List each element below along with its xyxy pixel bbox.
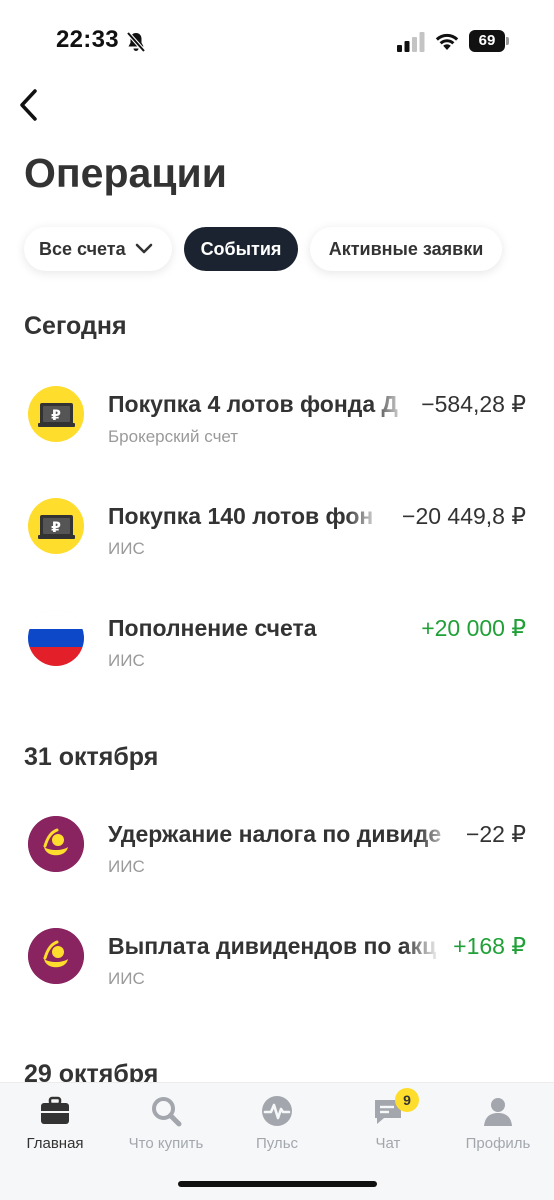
active-orders-filter-chip[interactable]: Активные заявки (310, 227, 502, 271)
svg-text:₽: ₽ (51, 408, 61, 424)
chevron-down-icon (135, 243, 152, 254)
chevron-left-icon (20, 89, 37, 121)
section-title-today: Сегодня (24, 312, 127, 340)
page-title: Операции (24, 150, 227, 196)
status-bar: 22:33 69 (0, 0, 554, 84)
filter-chips: Все счета События Активные заявки (24, 227, 514, 271)
tab-pulse[interactable]: Пульс (222, 1093, 332, 1157)
operation-account: ИИС (108, 651, 145, 670)
tab-label: Чат (375, 1135, 401, 1152)
operation-amount: −22 ₽ (465, 821, 526, 847)
tab-label: Пульс (255, 1135, 299, 1152)
operation-row[interactable]: ₽ Покупка 140 лотов фон ИИС −20 449,8 ₽ (0, 488, 554, 568)
operation-name: Удержание налога по дивиде (108, 821, 442, 847)
operation-account: ИИС (108, 857, 145, 876)
signal-icon (397, 32, 425, 52)
home-indicator (178, 1181, 377, 1187)
bell-slash-icon (126, 31, 146, 53)
back-button[interactable] (12, 86, 46, 124)
ruble-wallet-icon: ₽ (28, 386, 84, 442)
tab-home[interactable]: Главная (0, 1093, 110, 1157)
operation-amount: −584,28 ₽ (421, 391, 526, 417)
operation-name: Покупка 140 лотов фон (108, 503, 374, 529)
tab-chat[interactable]: 9 Чат (333, 1088, 443, 1157)
events-filter-chip[interactable]: События (184, 227, 298, 271)
ruble-wallet-icon: ₽ (28, 498, 84, 554)
section-title-oct-31: 31 октября (24, 743, 159, 771)
svg-text:₽: ₽ (51, 520, 61, 536)
search-icon (152, 1097, 182, 1127)
tab-label: Профиль (465, 1135, 531, 1152)
tab-what-to-buy[interactable]: Что купить (111, 1093, 221, 1157)
accounts-filter-label: Все счета (39, 238, 126, 259)
briefcase-icon (41, 1096, 69, 1124)
pulse-icon (262, 1096, 292, 1126)
russia-flag-icon (28, 610, 84, 666)
active-orders-filter-label: Активные заявки (328, 238, 484, 259)
operation-name: Покупка 4 лотов фонда Д (108, 391, 398, 417)
tab-label: Что купить (128, 1135, 204, 1152)
accounts-filter-chip[interactable]: Все счета (24, 227, 172, 271)
operation-row[interactable]: Выплата дивидендов по акц ИИС +168 ₽ (0, 918, 554, 998)
operation-row[interactable]: ₽ Покупка 4 лотов фонда Д Брокерский сче… (0, 376, 554, 456)
battery-level: 69 (469, 30, 505, 52)
dividend-icon (28, 928, 84, 984)
operation-amount: +20 000 ₽ (421, 615, 526, 641)
chat-unread-badge: 9 (395, 1088, 419, 1112)
operation-account: ИИС (108, 969, 145, 988)
operation-amount: +168 ₽ (453, 933, 526, 959)
operation-name: Выплата дивидендов по акц (108, 933, 437, 959)
battery-icon: 69 (469, 30, 509, 52)
tab-profile[interactable]: Профиль (443, 1093, 553, 1157)
events-filter-label: События (200, 238, 282, 259)
wifi-icon (435, 33, 459, 50)
operation-amount: −20 449,8 ₽ (402, 503, 526, 529)
dividend-icon (28, 816, 84, 872)
operation-name: Пополнение счета (108, 615, 317, 641)
status-time: 22:33 (56, 26, 119, 53)
profile-icon (484, 1098, 512, 1126)
operation-account: Брокерский счет (108, 427, 239, 446)
operation-row[interactable]: Удержание налога по дивиде ИИС −22 ₽ (0, 806, 554, 886)
tab-label: Главная (26, 1135, 84, 1152)
operation-row[interactable]: Пополнение счета ИИС +20 000 ₽ (0, 600, 554, 680)
operation-account: ИИС (108, 539, 145, 558)
